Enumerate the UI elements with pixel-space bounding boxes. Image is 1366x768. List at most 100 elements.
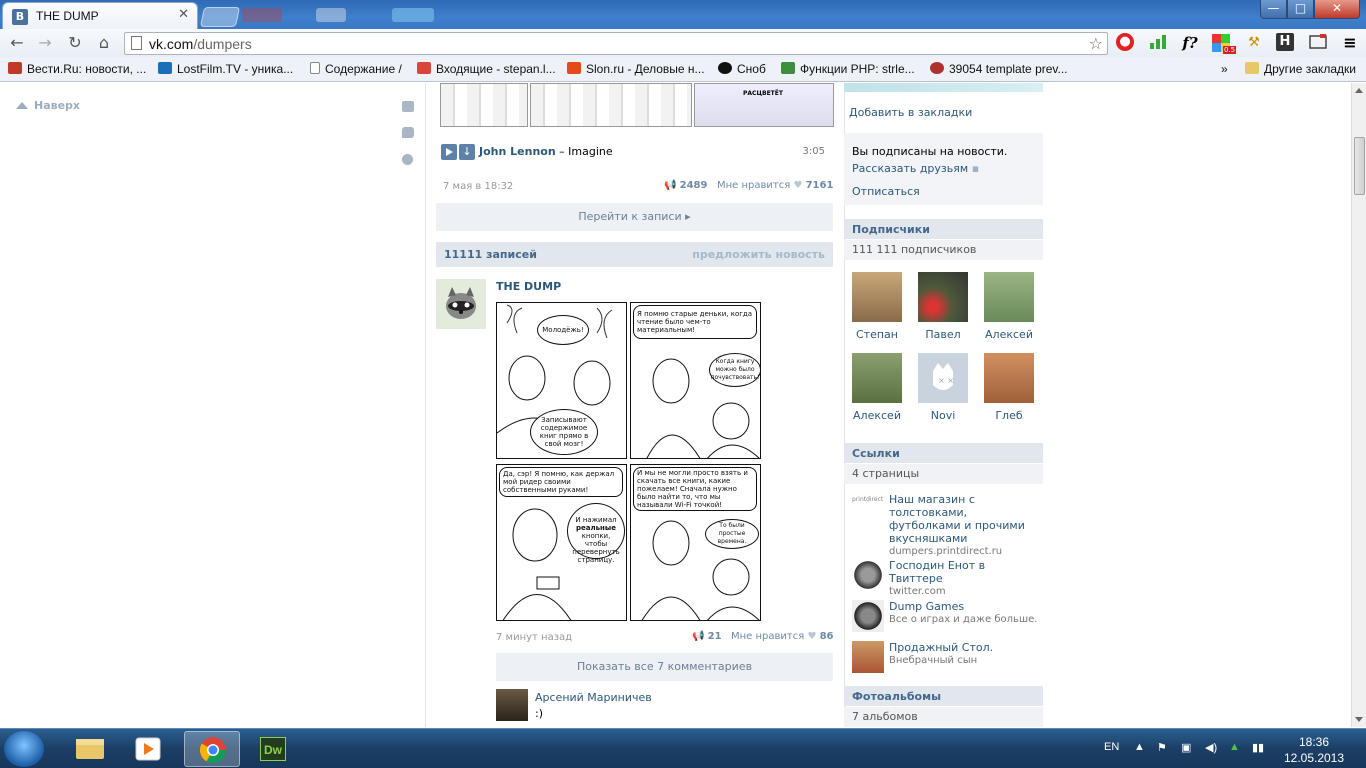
maximize-button[interactable]: □ [1287, 0, 1314, 19]
raccoon-icon [852, 559, 884, 591]
bookmark-item[interactable]: LostFilm.TV - уника... [158, 62, 293, 76]
volume-icon[interactable]: ◀) [1205, 741, 1217, 754]
group-avatar[interactable] [436, 279, 486, 329]
tab-the-dump[interactable]: B THE DUMP ✕ [2, 2, 198, 29]
system-clock[interactable]: 18:36 12.05.2013 [1282, 734, 1346, 766]
subscriber-item[interactable]: Алексей [984, 272, 1034, 341]
folder-icon [1245, 62, 1259, 74]
subscriber-item[interactable]: × × Novi [918, 353, 968, 422]
scroll-up-arrow-icon[interactable] [1355, 88, 1363, 93]
settings-gear-icon[interactable] [402, 154, 413, 165]
drive-icon[interactable]: ▲ [1229, 741, 1240, 753]
bookmark-favicon-icon [567, 62, 581, 74]
subscriber-item[interactable]: Алексей [852, 353, 902, 422]
device-icon[interactable]: ▣ [1181, 741, 1191, 754]
subscriber-item[interactable]: Глеб [984, 353, 1034, 422]
links-header[interactable]: Ссылки [844, 443, 1043, 463]
post-date[interactable]: 7 мая в 18:32 [443, 181, 513, 192]
tab-close-icon[interactable]: ✕ [178, 7, 189, 22]
link-item[interactable]: Продажный Стол. Внебрачный сын [852, 641, 1037, 675]
post-time[interactable]: 7 минут назад [496, 632, 572, 643]
minimize-button[interactable]: — [1260, 0, 1287, 19]
back-to-top-link[interactable]: Наверх [16, 99, 80, 112]
flag-icon[interactable]: ⚑ [1157, 741, 1167, 754]
show-comments-button[interactable]: Показать все 7 комментариев [496, 653, 833, 681]
network-icon[interactable]: ▮▮ [1252, 741, 1264, 754]
subscriber-item[interactable]: Степан [852, 272, 902, 341]
speech-bubble: Когда книгу можно было почувствовать! [709, 353, 760, 387]
home-icon[interactable]: ⌂ [93, 32, 115, 54]
play-icon[interactable] [441, 144, 457, 160]
link-item[interactable]: Dump Games Все о играх и даже больше. [852, 600, 1037, 634]
page-icon [310, 62, 320, 74]
reload-icon[interactable]: ↻ [64, 32, 86, 54]
bookmark-star-icon[interactable]: ☆ [1089, 34, 1103, 53]
like-button[interactable]: Мне нравится ♥ 7161 [717, 180, 833, 191]
albums-header[interactable]: Фотоальбомы [844, 686, 1043, 706]
post-comic-image[interactable]: Молодёжь! Записывают содержимое книг пря… [496, 302, 761, 622]
page-scrollbar[interactable] [1351, 83, 1366, 727]
dreamweaver-taskbar-icon[interactable]: Dw [248, 731, 304, 767]
chrome-taskbar-icon[interactable] [184, 731, 240, 767]
previous-post-image[interactable] [440, 83, 528, 127]
subscriber-item[interactable]: Павел [918, 272, 968, 341]
suggest-news-link[interactable]: предложить новость [692, 248, 825, 261]
address-bar[interactable]: vk.com/dumpers ☆ [124, 32, 1108, 55]
link-item[interactable]: Господин Енот в Твиттере twitter.com [852, 559, 1037, 597]
commenter-avatar[interactable] [496, 689, 528, 721]
other-bookmarks[interactable]: Другие закладки [1245, 62, 1356, 76]
speech-bubble: И нажимал реальные кнопки, чтобы перевер… [567, 503, 625, 564]
audio-artist[interactable]: John Lennon – Imagine [479, 145, 613, 158]
fquery-icon[interactable]: f? [1180, 33, 1200, 53]
bookmarks-overflow-chevron-icon[interactable]: » [1221, 62, 1228, 76]
bookmark-item[interactable]: Slon.ru - Деловые н... [567, 62, 705, 76]
scroll-down-arrow-icon[interactable] [1355, 717, 1363, 722]
bookmark-item[interactable]: Входящие - stepan.l... [417, 62, 556, 76]
previous-post-image[interactable] [530, 83, 692, 127]
explorer-taskbar-icon[interactable] [62, 731, 118, 767]
close-window-button[interactable]: ✕ [1314, 0, 1360, 19]
screen-capture-icon[interactable] [1308, 33, 1328, 53]
subscribers-header[interactable]: Подписчики [844, 219, 1043, 239]
start-button[interactable] [4, 731, 44, 767]
hammer-icon[interactable]: ⚒ [1244, 33, 1264, 53]
speech-bubble: Я помню старые деньки, когда чтение было… [633, 305, 757, 339]
open-post-button[interactable]: Перейти к записи ▸ [436, 203, 833, 231]
share-count[interactable]: 📢 21 [692, 631, 722, 642]
share-count[interactable]: 📢 2489 [664, 180, 707, 191]
comments-icon[interactable] [402, 127, 414, 138]
scrollbar-thumb[interactable] [1354, 137, 1365, 195]
like-button[interactable]: Мне нравится ♥ 86 [731, 631, 834, 642]
add-bookmark-link[interactable]: Добавить в закладки [849, 106, 972, 119]
bookmark-item[interactable]: 39054 template prev... [930, 62, 1068, 76]
forward-arrow-icon[interactable]: → [34, 32, 56, 54]
tell-friends-link[interactable]: Рассказать друзьям ▪ [852, 162, 979, 175]
link-item[interactable]: printdirect Наш магазин с толстовками, ф… [852, 493, 1037, 557]
bookmark-item[interactable]: Сноб [718, 62, 766, 76]
h-extension-icon[interactable]: H [1276, 33, 1294, 51]
bookmark-item[interactable]: Вести.Ru: новости, ... [8, 62, 146, 76]
adblock-icon[interactable]: ● [1116, 33, 1134, 51]
post-author-link[interactable]: THE DUMP [496, 280, 561, 293]
heart-icon: ♥ [807, 631, 817, 642]
calendar-label: РАСЦВЕТЁТ [743, 90, 783, 97]
back-arrow-icon[interactable]: ← [6, 32, 28, 54]
bookmark-item[interactable]: Функции PHP: strle... [781, 62, 915, 76]
wrench-menu-icon[interactable]: ≡ [1340, 33, 1360, 53]
calendar-image[interactable]: РАСЦВЕТЁТ [694, 83, 834, 127]
language-indicator[interactable]: EN [1104, 741, 1119, 753]
avatar [852, 353, 902, 403]
bookmark-item[interactable]: Содержание / [310, 62, 402, 76]
comment-author[interactable]: Арсений Мариничев [535, 691, 652, 704]
download-icon[interactable]: ↓ [459, 144, 475, 160]
new-tab-button[interactable] [199, 7, 241, 27]
messages-icon[interactable] [402, 101, 414, 112]
page-icon [131, 36, 142, 50]
media-player-taskbar-icon[interactable] [120, 731, 176, 767]
bookmark-favicon-icon [781, 62, 795, 74]
show-hidden-icons-chevron-icon[interactable]: ▲ [1134, 741, 1145, 753]
gmail-icon [417, 62, 431, 74]
wall-count[interactable]: 11111 записей [444, 248, 537, 261]
signal-bars-icon[interactable] [1148, 33, 1168, 53]
unsubscribe-link[interactable]: Отписаться [852, 185, 920, 198]
